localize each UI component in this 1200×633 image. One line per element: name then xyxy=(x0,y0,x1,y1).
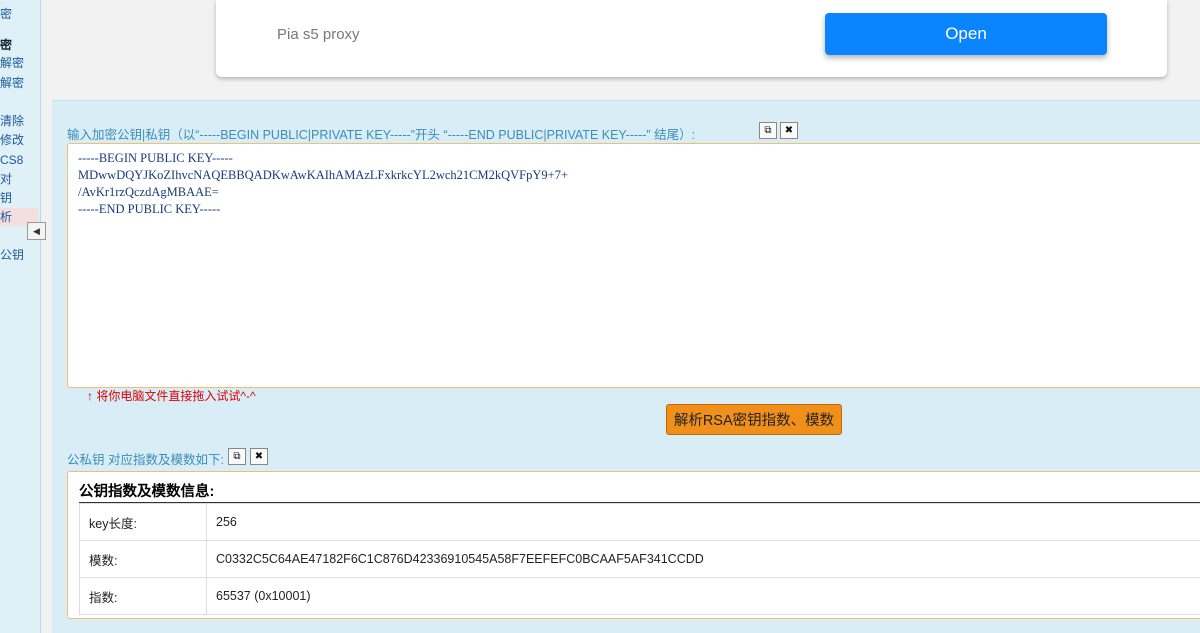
clear-input-button[interactable]: ✖ xyxy=(780,122,798,139)
row-value: 256 xyxy=(206,503,1200,541)
table-row: 模数: C0332C5C64AE47182F6C1C876D42336910545… xyxy=(79,540,1200,578)
sidebar-item[interactable]: 钥 xyxy=(0,190,12,206)
copy-icon: ⧉ xyxy=(764,125,772,136)
close-icon: ✖ xyxy=(254,451,264,462)
output-label: 公私钥 对应指数及模数如下: xyxy=(67,453,224,467)
sidebar-item[interactable]: CS8 xyxy=(0,152,23,168)
ad-card: Pia s5 proxy Open xyxy=(216,0,1167,77)
result-box: 公钥指数及模数信息: key长度: 256 模数: C0332C5C64AE4718… xyxy=(67,471,1200,619)
input-label: 输入加密公钥|私钥（以“-----BEGIN PUBLIC|PRIVATE KE… xyxy=(67,128,696,142)
sidebar-item[interactable]: 对 xyxy=(0,171,12,187)
sidebar: 密 密 解密 解密 清除 修改 CS8 对 钥 析 公钥 xyxy=(0,0,41,633)
key-input[interactable]: -----BEGIN PUBLIC KEY----- MDwwDQYJKoZIh… xyxy=(67,143,1200,388)
row-value: 65537 (0x10001) xyxy=(206,577,1200,615)
parse-button[interactable]: 解析RSA密钥指数、模数 xyxy=(666,404,842,435)
sidebar-item[interactable]: 公钥 xyxy=(0,247,24,263)
open-button[interactable]: Open xyxy=(825,13,1107,55)
copy-output-button[interactable]: ⧉ xyxy=(228,448,246,465)
copy-icon: ⧉ xyxy=(233,451,241,462)
row-key: key长度: xyxy=(79,503,207,541)
triangle-left-icon: ◀ xyxy=(33,226,40,236)
ad-text: Pia s5 proxy xyxy=(277,26,360,43)
drag-hint: ↑ 将你电脑文件直接拖入试试^-^ xyxy=(87,389,256,403)
sidebar-item[interactable]: 密 xyxy=(0,6,12,22)
sidebar-item[interactable]: 修改 xyxy=(0,132,24,148)
sidebar-item[interactable]: 清除 xyxy=(0,113,24,129)
row-value: C0332C5C64AE47182F6C1C876D42336910545A58… xyxy=(206,540,1200,578)
sidebar-item[interactable]: 解密 xyxy=(0,55,24,71)
collapse-sidebar-button[interactable]: ◀ xyxy=(27,222,46,240)
row-key: 指数: xyxy=(79,577,207,615)
result-title: 公钥指数及模数信息: xyxy=(79,480,1200,503)
sidebar-item[interactable]: 解密 xyxy=(0,75,24,91)
sidebar-item[interactable]: 密 xyxy=(0,37,12,53)
result-table: key长度: 256 模数: C0332C5C64AE47182F6C1C876D4… xyxy=(79,503,1200,615)
table-row: key长度: 256 xyxy=(79,503,1200,541)
rsa-parse-panel: 输入加密公钥|私钥（以“-----BEGIN PUBLIC|PRIVATE KE… xyxy=(52,100,1200,633)
copy-input-button[interactable]: ⧉ xyxy=(759,122,777,139)
table-row: 指数: 65537 (0x10001) xyxy=(79,577,1200,615)
row-key: 模数: xyxy=(79,540,207,578)
close-icon: ✖ xyxy=(784,125,794,136)
clear-output-button[interactable]: ✖ xyxy=(250,448,268,465)
